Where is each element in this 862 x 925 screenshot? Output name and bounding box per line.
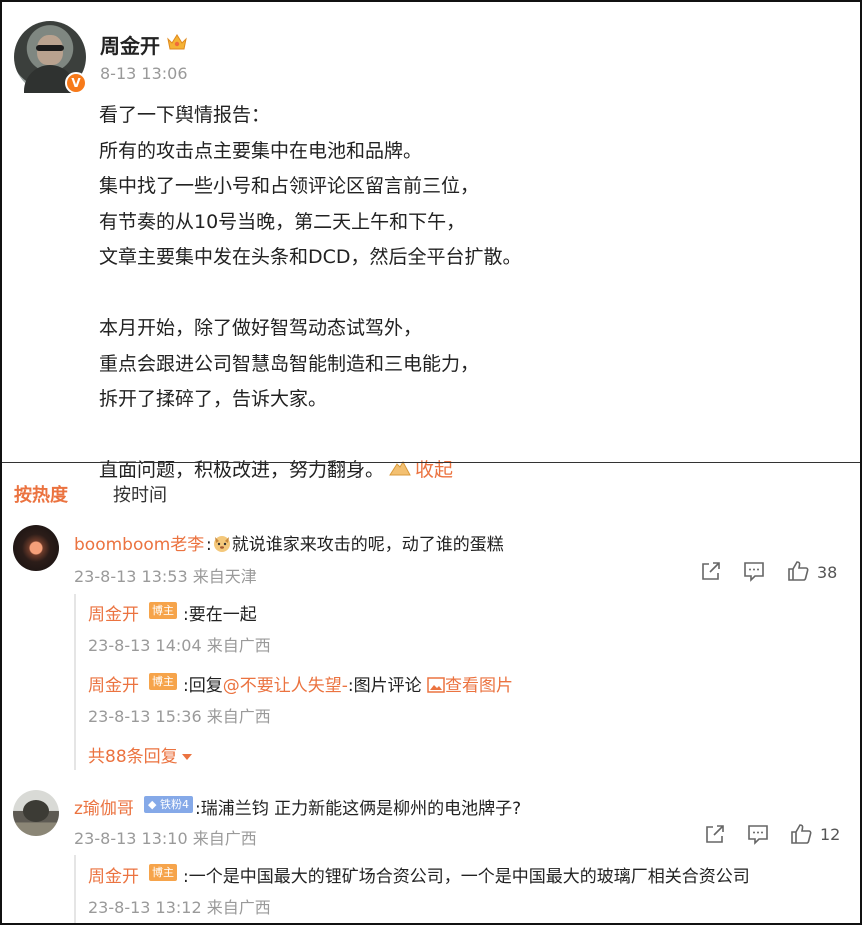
dog-emoji-icon bbox=[213, 536, 230, 552]
weibo-post-screen: V 周金开 8-13 13:06 看了一下舆情报告： 所有的攻击点主要集中在电池… bbox=[0, 0, 862, 925]
commenter-name[interactable]: z瑜伽哥 bbox=[74, 794, 134, 819]
commenter-name[interactable]: boomboom老李 bbox=[74, 530, 204, 555]
comment-text: : 就说谁家来攻击的呢，动了谁的蛋糕 bbox=[206, 535, 504, 555]
post-line: 文章主要集中发在头条和DCD，然后全平台扩散。 bbox=[99, 246, 522, 268]
sort-by-hot-tab[interactable]: 按热度 bbox=[14, 481, 68, 507]
reply-text: :一个是中国最大的锂矿场合资公司，一个是中国最大的玻璃厂相关合资公司 bbox=[183, 867, 750, 887]
share-icon[interactable] bbox=[700, 560, 722, 582]
verified-badge: V bbox=[65, 72, 87, 94]
reply-author-name[interactable]: 周金开 bbox=[88, 671, 139, 696]
post-time: 8-13 13:06 bbox=[100, 64, 188, 83]
blogger-tag: 博主 bbox=[149, 673, 177, 690]
like-count: 38 bbox=[817, 563, 838, 582]
commenter-avatar[interactable] bbox=[13, 790, 59, 836]
reply-meta: 23-8-13 13:12 来自广西 bbox=[88, 898, 271, 917]
post-line: 看了一下舆情报告： bbox=[99, 104, 271, 126]
comment-icon[interactable] bbox=[743, 560, 765, 582]
image-icon bbox=[427, 677, 445, 693]
mention-link[interactable]: @不要让人失望- bbox=[223, 676, 348, 696]
like-icon[interactable] bbox=[790, 823, 812, 845]
post-line: 拆开了揉碎了，告诉大家。 bbox=[99, 388, 328, 410]
post-line: 所有的攻击点主要集中在电池和品牌。 bbox=[99, 139, 423, 162]
crown-icon bbox=[167, 34, 187, 50]
like-count: 12 bbox=[820, 825, 841, 844]
post-line: 有节奏的从10号当晚，第二天上午和下午， bbox=[99, 210, 466, 233]
commenter-avatar[interactable] bbox=[13, 525, 59, 571]
more-replies-link[interactable]: 共88条回复 bbox=[88, 742, 192, 767]
reply-author-name[interactable]: 周金开 bbox=[88, 600, 139, 625]
post-body: 看了一下舆情报告： 所有的攻击点主要集中在电池和品牌。 集中找了一些小号和占领评… bbox=[99, 98, 522, 489]
post-author-name[interactable]: 周金开 bbox=[100, 30, 160, 59]
share-icon[interactable] bbox=[704, 823, 726, 845]
blogger-tag: 博主 bbox=[149, 864, 177, 881]
comment-icon[interactable] bbox=[747, 823, 769, 845]
reply-author-name[interactable]: 周金开 bbox=[88, 862, 139, 887]
reply-mid-text: :图片评论 bbox=[347, 676, 428, 696]
reply-meta: 23-8-13 14:04 来自广西 bbox=[88, 636, 271, 655]
comment-meta: 23-8-13 13:10 来自广西 bbox=[74, 829, 257, 848]
reply-text: :要在一起 bbox=[183, 605, 257, 625]
more-replies-label: 共88条回复 bbox=[88, 747, 178, 767]
comment-meta: 23-8-13 13:53 来自天津 bbox=[74, 567, 257, 586]
comment-text-content: 就说谁家来攻击的呢，动了谁的蛋糕 bbox=[231, 535, 504, 555]
sort-by-time-tab[interactable]: 按时间 bbox=[113, 481, 167, 507]
post-line: 集中找了一些小号和占领评论区留言前三位， bbox=[99, 175, 480, 197]
post-line: 本月开始，除了做好智驾动态试驾外， bbox=[99, 317, 423, 339]
reply-meta: 23-8-13 15:36 来自广西 bbox=[88, 707, 271, 726]
comment-text: :瑞浦兰钧 正力新能这俩是柳州的电池牌子? bbox=[195, 799, 522, 819]
fan-level-tag: ◆ 铁粉4 bbox=[144, 796, 193, 813]
reply-prefix: :回复 bbox=[183, 676, 223, 696]
divider bbox=[2, 462, 860, 463]
caret-down-icon bbox=[181, 754, 192, 760]
fan-level-label: 铁粉4 bbox=[159, 798, 189, 811]
view-image-link[interactable]: 查看图片 bbox=[445, 676, 513, 696]
reply-text: :回复@不要让人失望-:图片评论 查看图片 bbox=[183, 671, 513, 696]
like-icon[interactable] bbox=[787, 560, 809, 582]
post-line: 重点会跟进公司智慧岛智能制造和三电能力， bbox=[99, 352, 480, 375]
blogger-tag: 博主 bbox=[149, 602, 177, 619]
